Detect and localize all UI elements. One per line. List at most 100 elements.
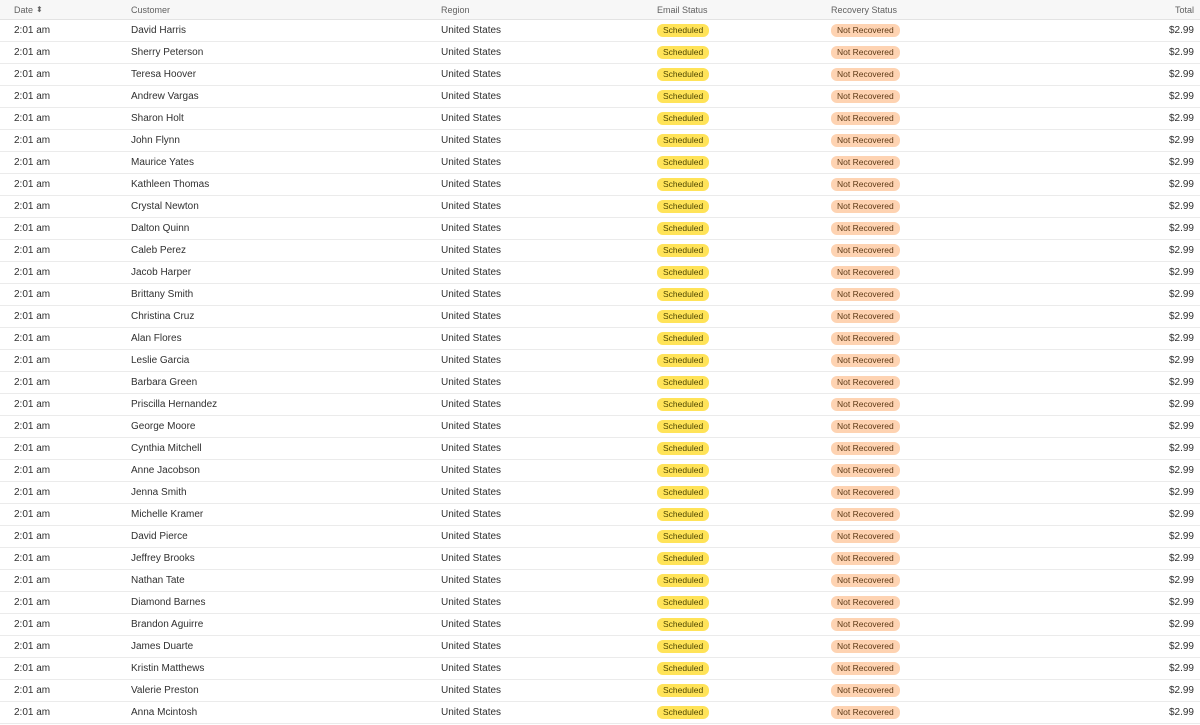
cell-recovery-status: Not Recovered bbox=[831, 200, 900, 213]
cell-date: 2:01 am bbox=[14, 245, 51, 256]
column-header-customer[interactable]: Customer bbox=[131, 5, 170, 15]
recovery-status-badge: Not Recovered bbox=[831, 222, 900, 235]
recovery-status-badge: Not Recovered bbox=[831, 156, 900, 169]
table-row[interactable]: 2:01 am Kristin Matthews United States Sche… bbox=[0, 658, 1200, 680]
cell-date: 2:01 am bbox=[14, 289, 51, 300]
table-row[interactable]: 2:01 am James Duarte United States Schedule… bbox=[0, 636, 1200, 658]
table-row[interactable]: 2:01 am Jacob Harper United States Schedule… bbox=[0, 262, 1200, 284]
cell-customer: Nathan Tate bbox=[131, 575, 185, 586]
table-row[interactable]: 2:01 am Caleb Perez United States Scheduled… bbox=[0, 240, 1200, 262]
cell-recovery-status: Not Recovered bbox=[831, 420, 900, 433]
email-status-badge: Scheduled bbox=[657, 420, 710, 433]
cell-region: United States bbox=[441, 707, 502, 718]
table-row[interactable]: 2:01 am Diamond Barnes United States Schedu… bbox=[0, 592, 1200, 614]
cell-region: United States bbox=[441, 465, 502, 476]
table-row[interactable]: 2:01 am Brittany Smith United States Schedu… bbox=[0, 284, 1200, 306]
cell-total: $2.99 bbox=[1168, 157, 1194, 168]
cell-total: $2.99 bbox=[1168, 553, 1194, 564]
cell-total: $2.99 bbox=[1168, 47, 1194, 58]
email-status-badge: Scheduled bbox=[657, 662, 710, 675]
table-row[interactable]: 2:01 am David Harris United States Schedule… bbox=[0, 20, 1200, 42]
column-header-email-status[interactable]: Email Status bbox=[657, 5, 708, 15]
recovery-status-badge: Not Recovered bbox=[831, 662, 900, 675]
orders-table: Date ⬍ Customer Region Email Status Recov… bbox=[0, 0, 1200, 724]
table-row[interactable]: 2:01 am Valerie Preston United States Sched… bbox=[0, 680, 1200, 702]
cell-email-status: Scheduled bbox=[657, 200, 710, 213]
cell-total: $2.99 bbox=[1168, 201, 1194, 212]
cell-customer: Christina Cruz bbox=[131, 311, 195, 322]
cell-total: $2.99 bbox=[1168, 641, 1194, 652]
cell-email-status: Scheduled bbox=[657, 156, 710, 169]
cell-total: $2.99 bbox=[1168, 377, 1194, 388]
table-row[interactable]: 2:01 am Teresa Hoover United States Schedul… bbox=[0, 64, 1200, 86]
cell-region: United States bbox=[441, 421, 502, 432]
cell-total: $2.99 bbox=[1168, 113, 1194, 124]
table-row[interactable]: 2:01 am Michelle Kramer United States Sched… bbox=[0, 504, 1200, 526]
cell-customer: James Duarte bbox=[131, 641, 194, 652]
column-header-date[interactable]: Date ⬍ bbox=[14, 5, 43, 15]
table-row[interactable]: 2:01 am John Flynn United States Scheduled N… bbox=[0, 130, 1200, 152]
table-row[interactable]: 2:01 am Dalton Quinn United States Schedule… bbox=[0, 218, 1200, 240]
cell-region: United States bbox=[441, 289, 502, 300]
cell-date: 2:01 am bbox=[14, 487, 51, 498]
table-row[interactable]: 2:01 am Cynthia Mitchell United States Sche… bbox=[0, 438, 1200, 460]
table-row[interactable]: 2:01 am Crystal Newton United States Schedu… bbox=[0, 196, 1200, 218]
cell-email-status: Scheduled bbox=[657, 134, 710, 147]
email-status-badge: Scheduled bbox=[657, 156, 710, 169]
cell-customer: Brittany Smith bbox=[131, 289, 194, 300]
table-row[interactable]: 2:01 am Brandon Aguirre United States Sched… bbox=[0, 614, 1200, 636]
table-row[interactable]: 2:01 am Kathleen Thomas United States Sched… bbox=[0, 174, 1200, 196]
recovery-status-badge: Not Recovered bbox=[831, 640, 900, 653]
table-row[interactable]: 2:01 am Maurice Yates United States Schedul… bbox=[0, 152, 1200, 174]
table-row[interactable]: 2:01 am Jenna Smith United States Scheduled… bbox=[0, 482, 1200, 504]
column-header-total[interactable]: Total bbox=[1175, 5, 1194, 15]
cell-date: 2:01 am bbox=[14, 25, 51, 36]
recovery-status-badge: Not Recovered bbox=[831, 266, 900, 279]
table-row[interactable]: 2:01 am Nathan Tate United States Scheduled… bbox=[0, 570, 1200, 592]
cell-customer: Jenna Smith bbox=[131, 487, 187, 498]
cell-date: 2:01 am bbox=[14, 223, 51, 234]
table-row[interactable]: 2:01 am David Pierce United States Schedule… bbox=[0, 526, 1200, 548]
table-row[interactable]: 2:01 am Jeffrey Brooks United States Schedu… bbox=[0, 548, 1200, 570]
recovery-status-badge: Not Recovered bbox=[831, 464, 900, 477]
table-row[interactable]: 2:01 am Sharon Holt United States Scheduled… bbox=[0, 108, 1200, 130]
table-row[interactable]: 2:01 am Christina Cruz United States Schedu… bbox=[0, 306, 1200, 328]
table-row[interactable]: 2:01 am Andrew Vargas United States Schedul… bbox=[0, 86, 1200, 108]
table-row[interactable]: 2:01 am Anna Mcintosh United States Schedul… bbox=[0, 702, 1200, 724]
cell-recovery-status: Not Recovered bbox=[831, 266, 900, 279]
table-row[interactable]: 2:01 am Alan Flores United States Scheduled… bbox=[0, 328, 1200, 350]
table-row[interactable]: 2:01 am Sherry Peterson United States Sched… bbox=[0, 42, 1200, 64]
cell-recovery-status: Not Recovered bbox=[831, 464, 900, 477]
cell-recovery-status: Not Recovered bbox=[831, 574, 900, 587]
cell-email-status: Scheduled bbox=[657, 266, 710, 279]
cell-region: United States bbox=[441, 641, 502, 652]
cell-region: United States bbox=[441, 685, 502, 696]
sort-icon[interactable]: ⬍ bbox=[36, 6, 43, 14]
table-row[interactable]: 2:01 am Leslie Garcia United States Schedul… bbox=[0, 350, 1200, 372]
table-row[interactable]: 2:01 am Anne Jacobson United States Schedul… bbox=[0, 460, 1200, 482]
cell-customer: David Pierce bbox=[131, 531, 188, 542]
cell-date: 2:01 am bbox=[14, 157, 51, 168]
cell-email-status: Scheduled bbox=[657, 354, 710, 367]
column-header-region[interactable]: Region bbox=[441, 5, 470, 15]
cell-customer: Cynthia Mitchell bbox=[131, 443, 202, 454]
email-status-badge: Scheduled bbox=[657, 244, 710, 257]
recovery-status-badge: Not Recovered bbox=[831, 420, 900, 433]
cell-email-status: Scheduled bbox=[657, 376, 710, 389]
cell-email-status: Scheduled bbox=[657, 640, 710, 653]
column-header-recovery-status[interactable]: Recovery Status bbox=[831, 5, 897, 15]
recovery-status-badge: Not Recovered bbox=[831, 552, 900, 565]
cell-region: United States bbox=[441, 443, 502, 454]
table-row[interactable]: 2:01 am Priscilla Hernandez United States S… bbox=[0, 394, 1200, 416]
cell-customer: Brandon Aguirre bbox=[131, 619, 204, 630]
cell-recovery-status: Not Recovered bbox=[831, 288, 900, 301]
cell-email-status: Scheduled bbox=[657, 68, 710, 81]
recovery-status-badge: Not Recovered bbox=[831, 112, 900, 125]
table-row[interactable]: 2:01 am Barbara Green United States Schedul… bbox=[0, 372, 1200, 394]
recovery-status-badge: Not Recovered bbox=[831, 376, 900, 389]
recovery-status-badge: Not Recovered bbox=[831, 288, 900, 301]
email-status-badge: Scheduled bbox=[657, 640, 710, 653]
table-row[interactable]: 2:01 am George Moore United States Schedule… bbox=[0, 416, 1200, 438]
cell-customer: Alan Flores bbox=[131, 333, 182, 344]
recovery-status-badge: Not Recovered bbox=[831, 134, 900, 147]
